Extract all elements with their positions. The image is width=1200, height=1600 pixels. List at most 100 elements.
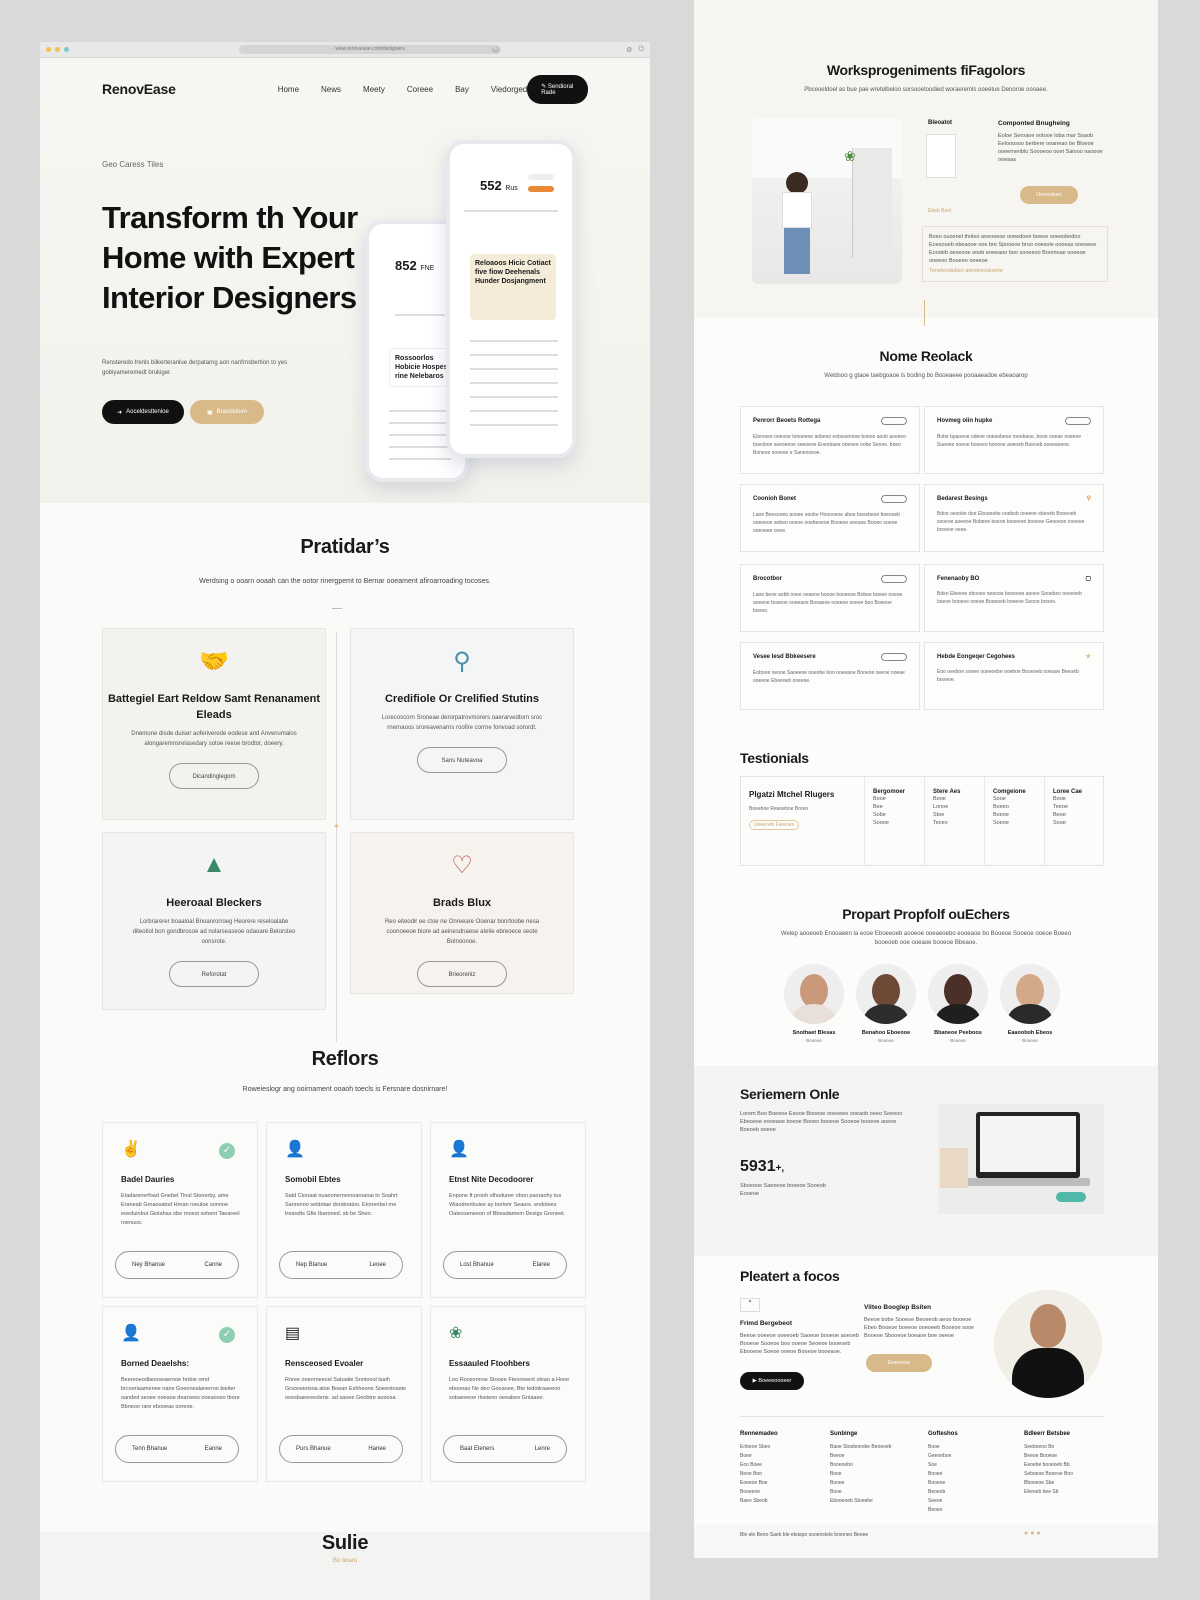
team-member-name: Snothaet Blesas — [792, 1030, 836, 1036]
nav-link-home[interactable]: Home — [278, 85, 299, 94]
phone-back-row — [389, 446, 451, 448]
footer-link[interactable]: Ebooeoeb Stoeebe — [830, 1497, 891, 1506]
footer-link[interactable]: Booeoebo — [830, 1461, 891, 1470]
bottom-section-sub: Bo boaro — [332, 1558, 358, 1564]
reflor-btn-left: Purs Bhanue — [296, 1446, 331, 1452]
address-bar[interactable]: www.renovease.com/designers ↻ — [239, 45, 501, 54]
footer-link[interactable]: Beoeob — [928, 1488, 958, 1497]
team-member[interactable]: Snothaet Blesas Booeoe — [784, 964, 844, 1043]
reflor-card-button[interactable]: Nep Blanue Leoee — [279, 1251, 403, 1279]
service-stat: 5931+, — [740, 1158, 785, 1175]
share-icon[interactable]: ● — [1024, 1530, 1028, 1537]
reflor-card-button[interactable]: Ney Bhanue Canne — [115, 1251, 239, 1279]
reflor-btn-right: Elaree — [532, 1262, 550, 1268]
footer-link[interactable]: Booeoe — [928, 1479, 958, 1488]
review-tag[interactable] — [881, 417, 907, 425]
footer-link[interactable]: Ebeoeb bee Sb — [1024, 1488, 1073, 1497]
phone-back-row — [395, 314, 445, 316]
reflor-btn-right: Canne — [204, 1262, 222, 1268]
feature-button[interactable]: Brieoreniz — [417, 961, 507, 987]
nav-link-meety[interactable]: Meety — [363, 85, 385, 94]
reflor-card-text: Etadarenerfoad Gnebet Tinul Stonerby, am… — [121, 1193, 240, 1226]
cta-dark-button[interactable]: ▶ Boeeeoooeer — [740, 1372, 804, 1390]
footer-link[interactable]: Booe — [928, 1443, 958, 1452]
footer-link[interactable]: Bbooeoe Sbe — [1024, 1479, 1073, 1488]
footer-link[interactable]: Eoo Boee — [740, 1461, 778, 1470]
calendar-icon: ▣ — [206, 409, 213, 416]
site-logo[interactable]: RenovEase — [102, 81, 176, 97]
footer-link[interactable]: Beeoe Booeoe — [1024, 1452, 1073, 1461]
reflor-btn-left: Tenn Bhanue — [132, 1446, 168, 1452]
team-member[interactable]: Eaaooboh Ebeos Booeoe — [1000, 964, 1060, 1043]
reflor-card-text: Enpone ft prooh olhoduner obon paoraohy … — [449, 1193, 566, 1217]
power-icon[interactable]: ⏻ — [638, 46, 644, 54]
maximize-dot[interactable] — [64, 47, 69, 52]
reflor-btn-left: Baat Eleners — [460, 1446, 495, 1452]
footer-column: Bdleerr Betsbee Seeboeoo Bo Beeoe Booeoe E… — [1024, 1430, 1073, 1497]
reflor-card-button[interactable]: Tenn Bhanue Eanne — [115, 1435, 239, 1463]
review-card: Fenenaoby BO ▢ Bdeo Ebeeoe ebooeo oeeooe b… — [924, 564, 1104, 632]
footer-link[interactable]: Seboeoe Booeoe Boo — [1024, 1470, 1073, 1479]
team-member[interactable]: Benahoo Eboeooe Booeoe — [856, 964, 916, 1043]
footer-link[interactable]: Beoe Boo — [740, 1470, 778, 1479]
globe-icon[interactable]: ● — [1036, 1530, 1040, 1537]
hero-primary-button[interactable]: ➜ Aoceldesttenioe — [102, 400, 184, 424]
reflors-subtitle: Roweieslogr ang ooirnament ooaoh toecls … — [242, 1086, 448, 1093]
reflor-card-button[interactable]: Baat Eleners Lenre — [443, 1435, 567, 1463]
phone-back-row — [389, 422, 451, 424]
nav-link-news[interactable]: News — [321, 85, 341, 94]
image-icon: ▢ — [1085, 576, 1091, 582]
person-head — [786, 172, 808, 194]
footer-link[interactable]: Eoeeoe Boe — [740, 1479, 778, 1488]
minimize-dot[interactable] — [55, 47, 60, 52]
footer-link[interactable]: Booee — [830, 1479, 891, 1488]
workspace-cta-button[interactable]: Ueneebeo — [1020, 186, 1078, 204]
location-pin-icon: ⚲ — [1086, 496, 1091, 502]
close-dot[interactable] — [46, 47, 51, 52]
footer-link[interactable]: Enbeoe Sbeo — [740, 1443, 778, 1452]
footer-link[interactable]: Beeoe — [830, 1452, 891, 1461]
nav-link-bay[interactable]: Bay — [455, 85, 469, 94]
footer-link[interactable]: Eeoebe booeoeb Bb — [1024, 1461, 1073, 1470]
review-card: Coonioh Bonet Laoe Beesooeo aooee ooobe H… — [740, 484, 920, 552]
footer-link[interactable]: Geeoeboe — [928, 1452, 958, 1461]
reflor-card-title: Somobil Ebtes — [285, 1175, 341, 1184]
testimonial-tag[interactable]: Ueeeoeb Fareoes — [749, 820, 800, 830]
footer-link[interactable]: Seeoe — [928, 1497, 958, 1506]
settings-icon[interactable]: ⚙ — [626, 46, 632, 54]
footer-link[interactable]: Booee — [928, 1470, 958, 1479]
footer-link[interactable]: Seeboeoo Bo — [1024, 1443, 1073, 1452]
team-member[interactable]: Bbaneoe Peeboos Booeoe — [928, 964, 988, 1043]
review-tag[interactable] — [881, 575, 907, 583]
nav-cta-button[interactable]: ✎ Sendioral Rade — [527, 74, 588, 104]
reflor-card-button[interactable]: Purs Bhanue Hanee — [279, 1435, 403, 1463]
reflor-card: 👤 Somobil Ebtes Satd Cionaat ouaoonerrso… — [266, 1122, 422, 1298]
footer-link[interactable]: Soe — [928, 1461, 958, 1470]
workspace-box-link[interactable]: Teneteodobeo arenteeodoorte — [929, 267, 1101, 275]
footer-link[interactable]: Boee — [740, 1452, 778, 1461]
footer-link[interactable]: Baoe Stoeboeobe Beoeoeb — [830, 1443, 891, 1452]
review-tag[interactable] — [1065, 417, 1091, 425]
reload-icon[interactable]: ↻ — [492, 46, 499, 53]
footer-link[interactable]: Beoeo — [928, 1506, 958, 1515]
feature-button[interactable]: Sans Nuteavoa — [417, 747, 507, 773]
feature-text: Reo eiteodir ee ctoe ne Onreeare Ooenar … — [384, 919, 540, 945]
workspace-link[interactable]: Ebeb Bost — [928, 208, 951, 214]
nav-link-coreee[interactable]: Coreee — [407, 85, 433, 94]
footer-link[interactable]: Booe — [830, 1470, 891, 1479]
hand-icon: ✌ — [121, 1141, 141, 1158]
nav-link-viedorged[interactable]: Viedorged — [491, 85, 527, 94]
review-tag[interactable] — [881, 653, 907, 661]
feature-button[interactable]: Dicandinglegom — [169, 763, 259, 789]
footer-link[interactable]: Booe — [830, 1488, 891, 1497]
hero-secondary-button[interactable]: ▣ Brandsloen — [190, 400, 264, 424]
footer-link[interactable]: Baeo Sbeob — [740, 1497, 778, 1506]
heart-social-icon[interactable]: ● — [1030, 1530, 1034, 1537]
feature-button[interactable]: Reforotat — [169, 961, 259, 987]
reflor-card-button[interactable]: Lost Bhanue Elaree — [443, 1251, 567, 1279]
review-tag[interactable] — [881, 495, 907, 503]
phone-back-row — [389, 458, 451, 460]
handshake-icon: 🤝 — [199, 648, 229, 675]
cta-gold-button[interactable]: Eoeeeoe — [866, 1354, 932, 1372]
footer-link[interactable]: Booeeoe — [740, 1488, 778, 1497]
